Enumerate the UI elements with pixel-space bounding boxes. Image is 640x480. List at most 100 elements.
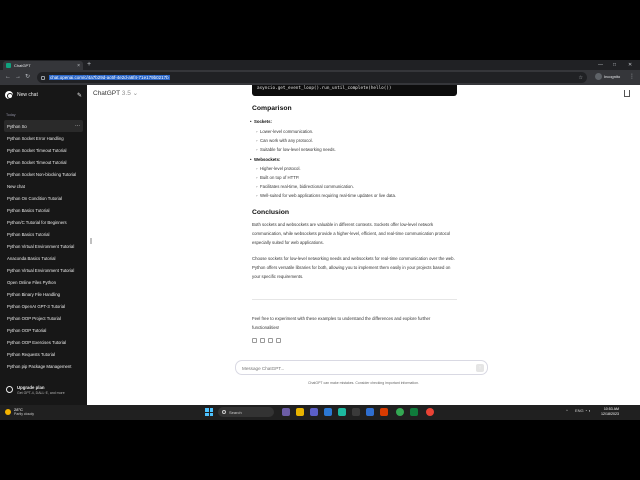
store-icon[interactable] <box>352 408 360 416</box>
sidebar-chat-item[interactable]: Open Online Files Python <box>4 276 83 288</box>
sidebar-chat-item[interactable]: Python OpenAI GPT-3 Tutorial <box>4 300 83 312</box>
taskbar-app-icon[interactable] <box>380 408 388 416</box>
upgrade-plan-button[interactable]: Upgrade plan Get GPT-4, DALL·E, and more <box>6 385 84 395</box>
sidebar-chat-item[interactable]: Python Requests Tutorial <box>4 348 83 360</box>
sidebar-chat-item[interactable]: Python Basics Tutorial <box>4 204 83 216</box>
sidebar-chat-label: Python OpenAI GPT-3 Tutorial <box>7 303 66 309</box>
chrome-icon[interactable] <box>426 408 434 416</box>
reload-icon[interactable]: ↻ <box>25 73 30 82</box>
share-icon[interactable] <box>624 90 630 97</box>
taskbar-app-icon[interactable] <box>410 408 418 416</box>
weather-widget[interactable]: 28°C Partly cloudy <box>5 407 34 417</box>
message-composer[interactable]: ↑ <box>235 360 488 375</box>
taskbar-app-icon[interactable] <box>366 408 374 416</box>
websockets-point: Built on top of HTTP. <box>256 175 299 180</box>
chat-history-list: Python So ··· Python Socket Error Handling… <box>4 120 83 372</box>
conclusion-paragraph: Choose sockets for low-level networking … <box>252 256 455 279</box>
sidebar-chat-item[interactable]: Python So ··· <box>4 120 83 132</box>
sidebar-chat-label: Python OOP Exercises Tutorial <box>7 339 67 345</box>
sidebar-chat-item[interactable]: New chat <box>4 180 83 192</box>
lock-icon <box>41 75 45 80</box>
sidebar-chat-item[interactable]: Python Basics Tutorial <box>4 228 83 240</box>
main-chat-area: ChatGPT 3.5 ⌄ asyncio.get_event_loop().r… <box>87 85 640 405</box>
sockets-label: Sockets: <box>250 119 272 124</box>
sockets-point: Suitable for low-level networking needs. <box>256 147 336 152</box>
sidebar-chat-label: Python Socket Timeout Tutorial <box>7 147 67 153</box>
sidebar-chat-item[interactable]: Python Binary File Handling <box>4 288 83 300</box>
sidebar-chat-label: Python pip Package Management <box>7 363 72 369</box>
upgrade-title: Upgrade plan <box>17 385 45 390</box>
sidebar-chat-item[interactable]: Python On Condition Tutorial <box>4 192 83 204</box>
thumbs-up-icon[interactable] <box>260 338 265 343</box>
sidebar-chat-item[interactable]: Python OOP Project Tutorial <box>4 312 83 324</box>
sidebar: New chat ✎ Today Python So ··· Python Sock… <box>0 85 87 420</box>
clock-date: 12/18/2023 <box>601 412 619 416</box>
sidebar-chat-item[interactable]: Python Socket Non-blocking Tutorial <box>4 168 83 180</box>
file-explorer-icon[interactable] <box>296 408 304 416</box>
thumbs-down-icon[interactable] <box>268 338 273 343</box>
websockets-label: Websockets: <box>250 157 281 162</box>
sidebar-chat-item[interactable]: Anaconda Basics Tutorial <box>4 252 83 264</box>
sidebar-chat-label: Python Basics Tutorial <box>7 231 50 237</box>
sidebar-chat-item[interactable]: Python Socket Timeout Tutorial <box>4 156 83 168</box>
copy-icon[interactable] <box>252 338 257 343</box>
taskbar-app-icon[interactable] <box>282 408 290 416</box>
sidebar-chat-item[interactable]: Python Socket Timeout Tutorial <box>4 144 83 156</box>
browser-menu-icon[interactable]: ⋮ <box>629 73 635 80</box>
sidebar-chat-label: Anaconda Basics Tutorial <box>7 255 56 261</box>
sidebar-chat-item[interactable]: Python OOP Tutorial <box>4 324 83 336</box>
sidebar-chat-item[interactable]: Python Socket Error Handling <box>4 132 83 144</box>
teams-icon[interactable] <box>310 408 318 416</box>
incognito-profile[interactable]: Incognito <box>595 73 620 80</box>
sidebar-chat-label: New chat <box>7 183 25 189</box>
bookmark-star-icon[interactable]: ☆ <box>579 75 583 81</box>
address-url[interactable]: chat.openai.com/c/4a7b29d-ac6f-4e2d-a6f4… <box>49 75 170 80</box>
taskbar-app-icon[interactable] <box>324 408 332 416</box>
message-input[interactable] <box>242 364 462 372</box>
taskbar-search[interactable]: Search <box>218 407 274 417</box>
sidebar-chat-item[interactable]: Python Virtual Environment Tutorial <box>4 240 83 252</box>
taskbar-clock[interactable]: 10:53 AM 12/18/2023 <box>601 407 619 417</box>
sidebar-chat-item[interactable]: Python/C Tutorial for Beginners <box>4 216 83 228</box>
edit-icon[interactable]: ✎ <box>77 92 82 99</box>
start-button[interactable] <box>205 408 213 416</box>
sidebar-chat-label: Python So <box>7 123 27 129</box>
sidebar-chat-label: Python OOP Tutorial <box>7 327 47 333</box>
send-button[interactable]: ↑ <box>476 364 484 372</box>
sidebar-toggle-handle[interactable] <box>90 238 92 244</box>
incognito-label: Incognito <box>604 74 621 79</box>
sidebar-chat-label: Python On Condition Tutorial <box>7 195 62 201</box>
sidebar-chat-item[interactable]: Python pip Package Management <box>4 360 83 372</box>
close-tab-icon[interactable]: × <box>77 63 80 69</box>
sidebar-chat-label: Python/C Tutorial for Beginners <box>7 219 67 225</box>
screen: ChatGPT × + — □ ✕ ← → ↻ chat.openai.com/… <box>0 60 640 420</box>
new-chat-button[interactable]: New chat ✎ <box>5 91 82 99</box>
back-icon[interactable]: ← <box>5 73 11 82</box>
address-bar[interactable]: chat.openai.com/c/4a7b29d-ac6f-4e2d-a6f4… <box>37 72 587 83</box>
model-selector[interactable]: ChatGPT 3.5 ⌄ <box>93 89 138 97</box>
websockets-point: Facilitates real-time, bidirectional com… <box>256 184 354 189</box>
edge-icon[interactable] <box>338 408 346 416</box>
chevron-down-icon: ⌄ <box>132 90 139 97</box>
chrome-icon[interactable] <box>396 408 404 416</box>
close-window-icon[interactable]: ✕ <box>628 61 632 69</box>
sidebar-chat-label: Python Virtual Environment Tutorial <box>7 267 75 273</box>
browser-toolbar: ← → ↻ chat.openai.com/c/4a7b29d-ac6f-4e2… <box>0 70 640 85</box>
sidebar-chat-label: Python Virtual Environment Tutorial <box>7 243 75 249</box>
tray-icons[interactable]: ENG ◔ ◖ <box>575 408 591 413</box>
tray-chevron-icon[interactable]: ^ <box>566 408 568 413</box>
sockets-point: Can work with any protocol. <box>256 138 313 143</box>
browser-tab-title: ChatGPT <box>14 63 31 68</box>
sidebar-chat-item[interactable]: Python Virtual Environment Tutorial <box>4 264 83 276</box>
new-chat-label: New chat <box>17 92 38 98</box>
weather-condition: Partly cloudy <box>14 412 35 416</box>
regenerate-icon[interactable] <box>276 338 281 343</box>
minimize-icon[interactable]: — <box>598 61 603 69</box>
sidebar-chat-item[interactable]: Python OOP Exercises Tutorial <box>4 336 83 348</box>
more-options-icon[interactable]: ··· <box>75 123 80 129</box>
forward-icon[interactable]: → <box>15 73 21 82</box>
maximize-icon[interactable]: □ <box>613 61 616 69</box>
websockets-point: Higher-level protocol. <box>256 166 301 171</box>
new-tab-button[interactable]: + <box>87 61 91 69</box>
browser-tab[interactable]: ChatGPT × <box>3 61 83 70</box>
